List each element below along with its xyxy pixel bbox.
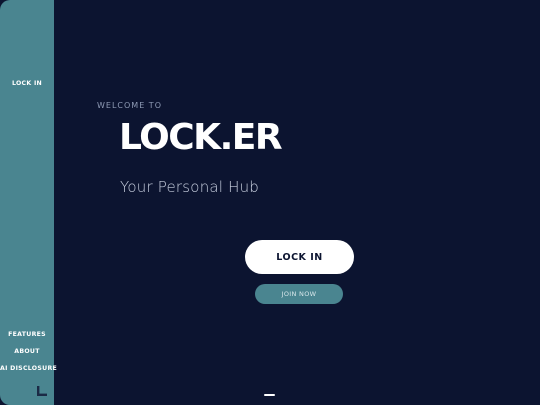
join-now-button[interactable]: JOIN NOW <box>255 284 343 304</box>
join-now-button-label: JOIN NOW <box>281 290 317 298</box>
scroll-indicator <box>264 394 275 396</box>
sidebar-link-about[interactable]: ABOUT <box>0 348 54 355</box>
lock-in-button-label: LOCK IN <box>276 251 323 263</box>
tagline: Your Personal Hub <box>120 178 260 196</box>
sidebar-link-features[interactable]: FEATURES <box>0 331 54 338</box>
brand-title: LOCK.ER <box>119 117 283 158</box>
sidebar-link-ai-disclosure[interactable]: AI DISCLOSURE <box>0 365 57 372</box>
welcome-text: WELCOME TO <box>97 101 162 110</box>
logo-icon <box>37 386 47 396</box>
sidebar: LOCK IN FEATURES ABOUT AI DISCLOSURE <box>0 0 57 405</box>
lock-in-button[interactable]: LOCK IN <box>245 240 354 274</box>
landing-page: LOCK IN FEATURES ABOUT AI DISCLOSURE WEL… <box>0 0 540 405</box>
sidebar-link-lock-in[interactable]: LOCK IN <box>0 80 54 87</box>
